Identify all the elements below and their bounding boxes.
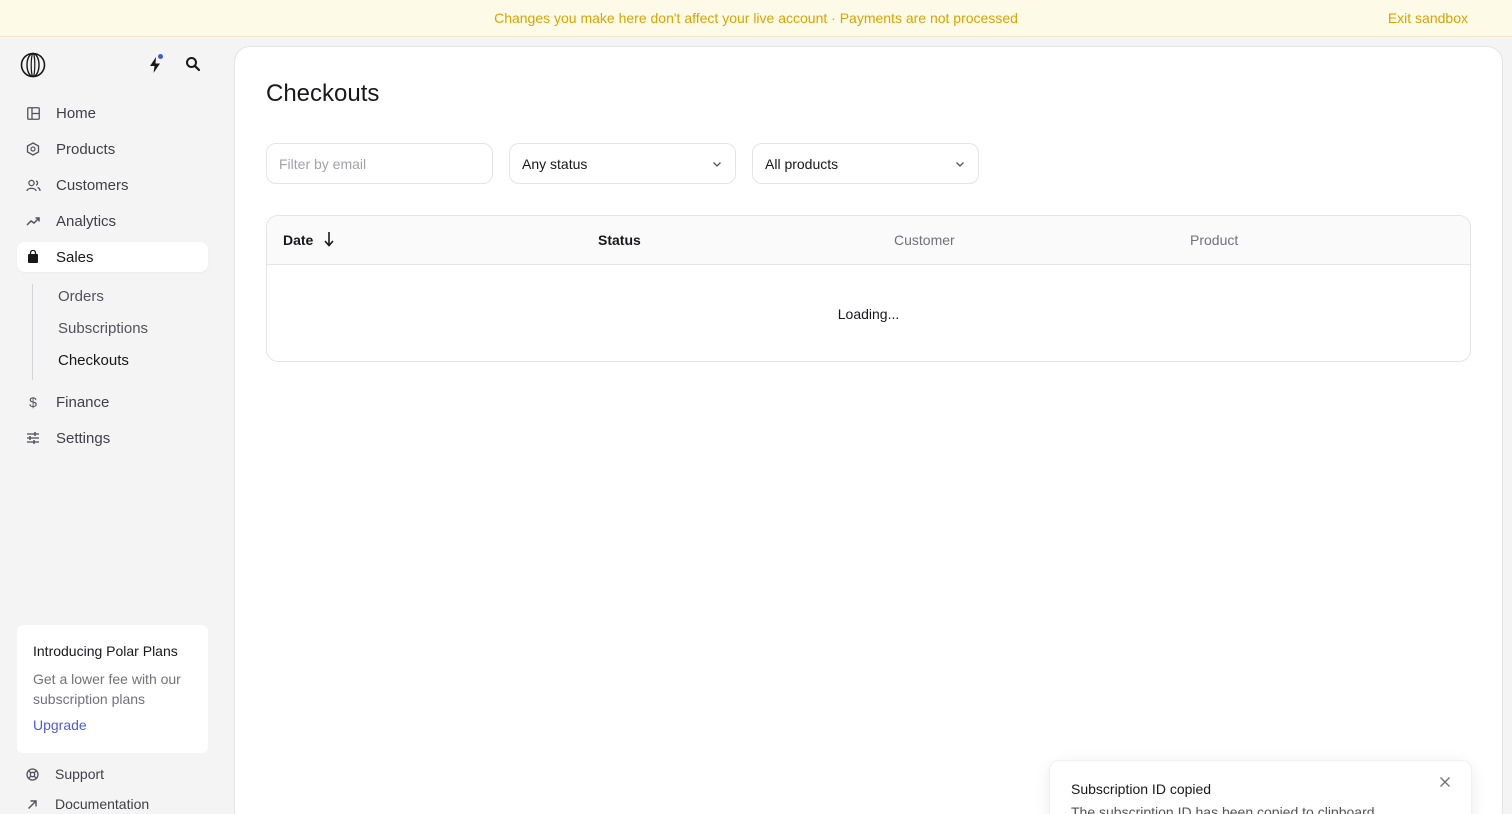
toast-title: Subscription ID copied bbox=[1071, 781, 1212, 797]
subnav-divider bbox=[32, 284, 33, 380]
email-filter-field[interactable] bbox=[266, 143, 493, 184]
nav-item-home[interactable]: Home bbox=[17, 98, 208, 128]
nav-item-label: Home bbox=[56, 104, 97, 122]
users-icon bbox=[25, 177, 41, 193]
nav-item-label: Finance bbox=[56, 393, 110, 411]
notification-dot bbox=[158, 54, 163, 59]
documentation-link[interactable]: Documentation bbox=[25, 796, 149, 812]
dollar-icon: $ bbox=[29, 394, 37, 410]
email-filter-input[interactable] bbox=[279, 155, 480, 172]
subnav-item-orders[interactable]: Orders bbox=[58, 288, 104, 305]
nav-item-products[interactable]: Products bbox=[17, 134, 208, 164]
chevron-down-icon bbox=[956, 161, 964, 167]
table-header: Date Status Customer Product bbox=[267, 216, 1470, 265]
promo-description: Get a lower fee with our subscription pl… bbox=[33, 671, 181, 707]
chevron-down-icon bbox=[713, 161, 721, 167]
nav-item-finance[interactable]: $ Finance bbox=[17, 387, 208, 417]
column-header-status[interactable]: Status bbox=[598, 232, 641, 248]
sort-descending-icon[interactable] bbox=[323, 230, 335, 248]
trend-icon bbox=[25, 213, 41, 229]
column-header-customer: Customer bbox=[894, 232, 955, 248]
subnav-item-subscriptions[interactable]: Subscriptions bbox=[58, 320, 148, 337]
nav-item-label: Customers bbox=[56, 176, 129, 194]
status-select-value: Any status bbox=[522, 155, 588, 172]
sliders-icon bbox=[25, 430, 41, 446]
polar-plans-promo-card: Introducing Polar Plans Get a lower fee … bbox=[17, 625, 208, 753]
close-icon[interactable] bbox=[1439, 776, 1451, 788]
product-select-value: All products bbox=[765, 155, 839, 172]
bottom-link-label: Support bbox=[55, 766, 105, 782]
sandbox-banner: Changes you make here don't affect your … bbox=[0, 0, 1512, 37]
column-header-date[interactable]: Date bbox=[283, 232, 313, 248]
shopping-bag-icon bbox=[25, 249, 41, 265]
polar-logo-icon[interactable] bbox=[20, 52, 46, 78]
nav-item-label: Settings bbox=[56, 429, 111, 447]
product-select[interactable]: All products bbox=[752, 143, 979, 184]
column-header-product: Product bbox=[1190, 232, 1239, 248]
toast-notification: Subscription ID copied The subscription … bbox=[1049, 760, 1472, 814]
nav-item-label: Products bbox=[56, 140, 116, 158]
toast-description: The subscription ID has been copied to c… bbox=[1071, 804, 1375, 814]
lifebuoy-icon bbox=[25, 767, 39, 781]
search-icon[interactable] bbox=[184, 55, 202, 73]
hexagon-icon bbox=[25, 141, 41, 157]
main-panel: Checkouts Any status All products Date S… bbox=[234, 46, 1503, 814]
nav-item-label: Sales bbox=[56, 248, 94, 266]
subnav-item-checkouts[interactable]: Checkouts bbox=[58, 352, 129, 369]
nav-item-analytics[interactable]: Analytics bbox=[17, 206, 208, 236]
bottom-link-label: Documentation bbox=[55, 796, 150, 812]
sandbox-banner-text: Changes you make here don't affect your … bbox=[494, 10, 1018, 26]
layout-icon bbox=[25, 105, 41, 121]
loading-text: Loading... bbox=[837, 305, 900, 322]
nav-item-sales[interactable]: Sales bbox=[17, 242, 208, 272]
checkouts-table: Date Status Customer Product Loading... bbox=[266, 215, 1471, 362]
promo-title: Introducing Polar Plans bbox=[33, 643, 178, 659]
nav-item-customers[interactable]: Customers bbox=[17, 170, 208, 200]
status-select[interactable]: Any status bbox=[509, 143, 736, 184]
arrow-up-right-icon bbox=[25, 797, 39, 811]
upgrade-link[interactable]: Upgrade bbox=[33, 717, 192, 733]
sidebar: Home Products Customers Analytics Sales … bbox=[0, 37, 234, 814]
nav-item-label: Analytics bbox=[56, 212, 117, 230]
nav-item-settings[interactable]: Settings bbox=[17, 423, 208, 453]
exit-sandbox-link[interactable]: Exit sandbox bbox=[1388, 10, 1468, 26]
table-body: Loading... bbox=[267, 265, 1470, 361]
page-title: Checkouts bbox=[266, 80, 380, 107]
support-link[interactable]: Support bbox=[25, 766, 104, 782]
